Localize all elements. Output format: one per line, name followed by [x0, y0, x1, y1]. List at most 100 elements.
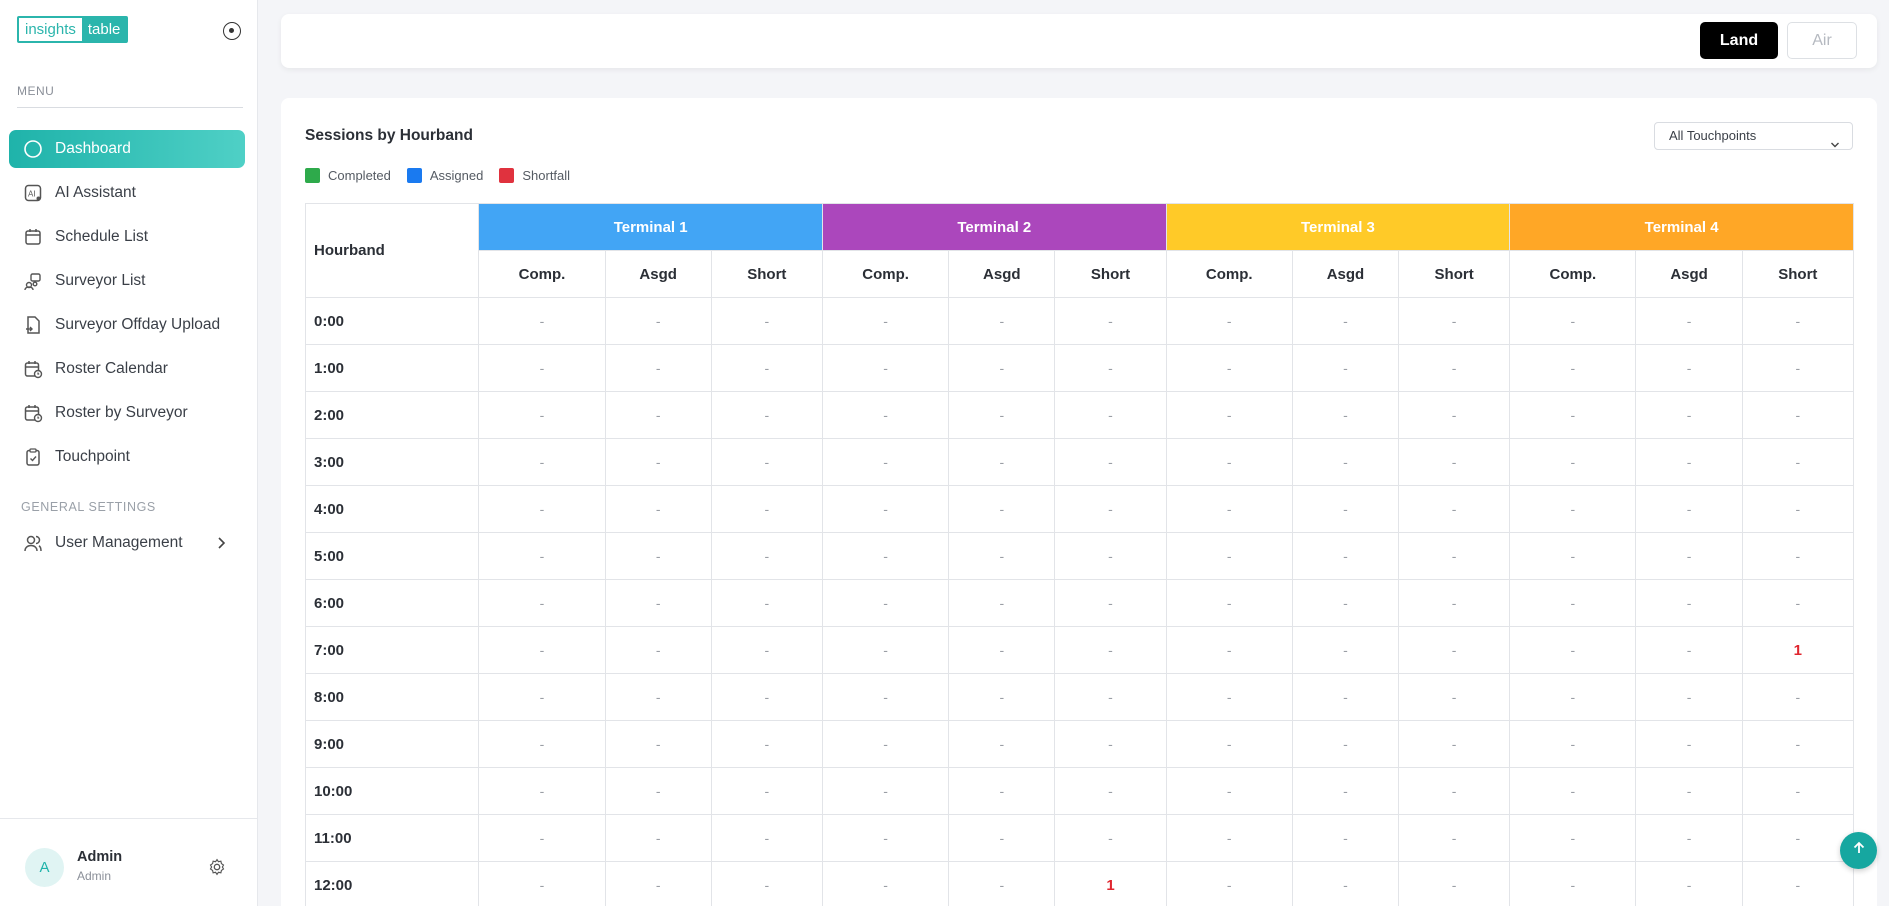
sidebar-item-roster-calendar[interactable]: Roster Calendar — [9, 350, 245, 388]
sidebar-item-dashboard[interactable]: Dashboard — [9, 130, 245, 168]
value-cell: - — [604, 391, 712, 439]
value-cell: - — [710, 814, 823, 862]
value-cell: - — [1291, 626, 1400, 674]
value-cell: - — [1054, 720, 1167, 768]
col-header-asgd: Asgd — [604, 250, 712, 298]
sidebar-item-label: Roster by Surveyor — [55, 404, 188, 421]
value-cell: - — [478, 767, 606, 815]
legend-label: Shortfall — [522, 168, 571, 183]
value-cell: - — [1509, 626, 1637, 674]
value-cell: - — [478, 438, 606, 486]
value-cell: - — [478, 391, 606, 439]
hourband-table: Hourband Terminal 1 Terminal 2 Terminal … — [304, 203, 1855, 906]
gear-icon[interactable] — [208, 858, 226, 881]
sidebar-item-label: Dashboard — [55, 140, 131, 157]
value-cell: - — [710, 720, 823, 768]
value-cell: - — [1635, 814, 1743, 862]
value-cell: - — [1291, 767, 1400, 815]
air-button[interactable]: Air — [1787, 22, 1857, 59]
hourband-cell: 12:00 — [304, 861, 480, 906]
value-cell: - — [1165, 861, 1293, 906]
value-cell: - — [821, 532, 950, 580]
scroll-to-top-button[interactable] — [1840, 832, 1877, 869]
value-cell: - — [1509, 391, 1637, 439]
terminal-1-header: Terminal 1 — [478, 203, 823, 251]
value-cell: - — [1741, 673, 1855, 721]
sidebar-item-surveyor-offday-upload[interactable]: Surveyor Offday Upload — [9, 306, 245, 344]
value-cell: - — [948, 391, 1056, 439]
value-cell: - — [948, 344, 1056, 392]
value-cell: - — [1635, 767, 1743, 815]
value-cell: - — [1054, 391, 1167, 439]
land-button[interactable]: Land — [1700, 22, 1778, 59]
value-cell: - — [1291, 861, 1400, 906]
calendar-clock-icon — [23, 403, 43, 423]
value-cell: - — [1741, 767, 1855, 815]
value-cell: - — [1741, 532, 1855, 580]
hourband-cell: 11:00 — [304, 814, 480, 862]
legend-item-assigned: Assigned — [406, 168, 483, 183]
value-cell: - — [478, 626, 606, 674]
sidebar-item-user-management[interactable]: User Management — [9, 524, 245, 562]
value-cell: - — [821, 391, 950, 439]
calendar-clock-icon — [23, 359, 43, 379]
legend-item-shortfall: Shortfall — [499, 168, 570, 183]
table-row: 11:00- - - - - - - - - - - - — [304, 814, 1855, 862]
app-logo[interactable]: insights table — [17, 16, 129, 43]
legend-swatch — [305, 168, 320, 183]
sidebar-item-roster-by-surveyor[interactable]: Roster by Surveyor — [9, 394, 245, 432]
terminal-2-header: Terminal 2 — [821, 203, 1167, 251]
value-cell: - — [1509, 532, 1637, 580]
panel-title: Sessions by Hourband — [305, 127, 473, 144]
touchpoint-select[interactable]: All Touchpoints — [1654, 122, 1853, 150]
sidebar-item-label: Touchpoint — [55, 448, 130, 465]
value-cell: - — [948, 861, 1056, 906]
value-cell: - — [478, 720, 606, 768]
users-icon — [23, 533, 43, 553]
value-cell: - — [1165, 438, 1293, 486]
value-cell: - — [1165, 485, 1293, 533]
col-header-asgd: Asgd — [948, 250, 1056, 298]
table-row: 7:00- - - - - - - - - - -1 — [304, 626, 1855, 674]
table-row: 8:00- - - - - - - - - - - - — [304, 673, 1855, 721]
chevron-down-icon — [1830, 132, 1840, 158]
value-cell: - — [1509, 673, 1637, 721]
col-header-short: Short — [1398, 250, 1511, 298]
value-cell: - — [821, 297, 950, 345]
legend-label: Completed — [328, 168, 391, 183]
sidebar-item-touchpoint[interactable]: Touchpoint — [9, 438, 245, 476]
value-cell: - — [821, 720, 950, 768]
sidebar-item-ai-assistant[interactable]: AI AI Assistant — [9, 174, 245, 212]
value-cell: - — [1291, 391, 1400, 439]
table-body: 0:00- - - - - - - - - - - -1:00- - - - - - - - - - - -2:00- - - -… — [304, 297, 1855, 906]
sidebar-item-schedule-list[interactable]: Schedule List — [9, 218, 245, 256]
col-header-comp: Comp. — [478, 250, 606, 298]
value-cell: - — [604, 485, 712, 533]
value-cell: - — [1165, 391, 1293, 439]
value-cell: - — [710, 391, 823, 439]
table-row: 3:00- - - - - - - - - - - - — [304, 438, 1855, 486]
value-cell: - — [710, 532, 823, 580]
value-cell: - — [1398, 532, 1511, 580]
value-cell: - — [1398, 673, 1511, 721]
value-cell: - — [1741, 579, 1855, 627]
value-cell: - — [1741, 861, 1855, 906]
value-cell: - — [1291, 297, 1400, 345]
table-row: 9:00- - - - - - - - - - - - — [304, 720, 1855, 768]
hourband-cell: 6:00 — [304, 579, 480, 627]
value-cell: - — [478, 579, 606, 627]
avatar[interactable]: A — [25, 848, 64, 887]
value-cell: - — [1054, 673, 1167, 721]
value-cell: - — [1165, 297, 1293, 345]
value-cell: - — [604, 767, 712, 815]
value-cell: - — [1635, 438, 1743, 486]
value-cell: - — [1165, 344, 1293, 392]
value-cell: - — [604, 814, 712, 862]
value-cell: - — [710, 485, 823, 533]
value-cell: - — [821, 767, 950, 815]
value-cell: - — [821, 579, 950, 627]
sidebar-toggle-icon[interactable] — [223, 22, 241, 40]
value-cell: - — [1635, 297, 1743, 345]
sidebar-item-surveyor-list[interactable]: Surveyor List — [9, 262, 245, 300]
col-header-asgd: Asgd — [1291, 250, 1400, 298]
